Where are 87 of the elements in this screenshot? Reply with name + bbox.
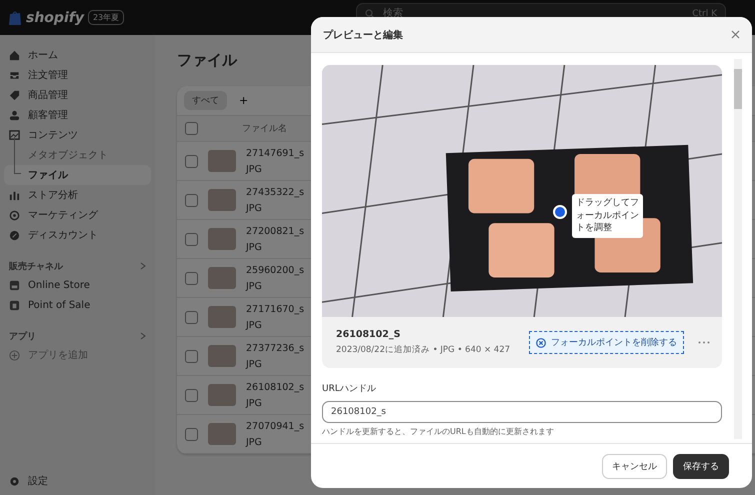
file-type: JPG xyxy=(246,280,263,292)
close-icon[interactable] xyxy=(731,30,740,39)
nav-item[interactable]: ファイル xyxy=(4,165,151,185)
home-icon xyxy=(9,50,20,60)
section-heading: 販売チャネル xyxy=(9,260,63,272)
save-button[interactable]: 保存する xyxy=(673,454,729,478)
shortcut-hint: Ctrl K xyxy=(692,8,717,18)
storefront-icon xyxy=(9,280,20,290)
settings-icon xyxy=(9,476,20,486)
target-icon xyxy=(9,210,20,220)
file-type: JPG xyxy=(246,436,263,448)
inbox-icon xyxy=(9,70,20,80)
badge-icon xyxy=(9,230,20,240)
nav-item[interactable]: メタオブジェクト xyxy=(4,145,151,165)
file-type: JPG xyxy=(246,164,263,174)
nav-item[interactable]: 顧客管理 xyxy=(4,105,151,125)
row-checkbox[interactable] xyxy=(185,350,198,362)
add-view-button[interactable]: + xyxy=(233,91,254,110)
file-name: 27377236_s xyxy=(246,342,304,354)
photo-placeholder xyxy=(208,228,236,250)
file-title: 26108102_S xyxy=(336,329,402,340)
row-checkbox[interactable] xyxy=(185,232,198,246)
select-all-checkbox[interactable] xyxy=(185,122,198,135)
person-icon xyxy=(9,110,20,120)
photo-placeholder xyxy=(208,189,236,211)
photo-placeholder xyxy=(208,267,236,289)
bars-icon xyxy=(9,190,20,200)
filter-tab[interactable]: すべて xyxy=(184,91,227,110)
photo-placeholder xyxy=(208,423,236,445)
file-name: 27171670_s xyxy=(246,304,304,314)
help-text: ハンドルを更新すると、ファイルのURLも自動的に更新されます xyxy=(322,426,555,437)
nav-item[interactable]: ディスカウント xyxy=(4,225,151,245)
photo-placeholder xyxy=(208,345,236,367)
scrollbar[interactable] xyxy=(734,59,742,439)
file-type: JPG xyxy=(246,320,263,330)
settings-item[interactable]: 設定 xyxy=(4,471,151,491)
photo-placeholder xyxy=(208,306,236,328)
row-checkbox[interactable] xyxy=(185,388,198,402)
search-field[interactable]: 検索 xyxy=(381,7,686,20)
row-checkbox[interactable] xyxy=(185,154,198,168)
column-header: ファイル名 xyxy=(242,122,287,135)
chevron-right-icon[interactable] xyxy=(140,332,146,340)
photo-placeholder xyxy=(208,384,236,406)
nav-item[interactable]: コンテンツ xyxy=(4,125,151,145)
nav-item[interactable]: ホーム xyxy=(4,45,151,65)
close-circle-icon xyxy=(536,338,546,348)
file-name: 26108102_s xyxy=(246,382,304,392)
field-label: URLハンドル xyxy=(322,383,377,395)
remove-focal-point-button[interactable]: フォーカルポイントを削除する xyxy=(529,331,684,354)
search-icon xyxy=(365,8,375,18)
logo-wordmark: shopify xyxy=(26,10,84,26)
file-type: JPG xyxy=(246,398,263,408)
edition-badge: 23年夏 xyxy=(88,10,124,25)
row-checkbox[interactable] xyxy=(185,428,198,440)
nav-item[interactable]: 注文管理 xyxy=(4,65,151,85)
cancel-button[interactable]: キャンセル xyxy=(602,454,667,478)
bag-icon xyxy=(9,300,20,310)
chevron-right-icon[interactable] xyxy=(140,262,146,270)
nav-item[interactable]: ストア分析 xyxy=(4,185,151,205)
row-checkbox[interactable] xyxy=(185,272,198,284)
section-heading: アプリ xyxy=(9,330,36,342)
file-type: JPG xyxy=(246,358,263,370)
file-name: 27200821_s xyxy=(246,226,304,236)
url-handle-field[interactable]: 26108102_s xyxy=(322,401,722,423)
nav-item[interactable]: 商品管理 xyxy=(4,85,151,105)
shopping-bag-logo-icon xyxy=(8,10,22,26)
file-details: 2023/08/22に追加済み • JPG • 640 × 427 xyxy=(336,344,512,356)
nav-item[interactable]: Point of Sale xyxy=(4,295,151,315)
photo-placeholder xyxy=(208,150,236,172)
image-icon xyxy=(9,130,20,140)
focal-point-tooltip: ドラッグしてフォーカルポイントを調整 xyxy=(572,194,643,238)
file-name: 27070941_s xyxy=(246,420,304,432)
file-name: 25960200_s xyxy=(246,264,304,276)
row-checkbox[interactable] xyxy=(185,310,198,324)
file-type: JPG xyxy=(246,202,263,214)
row-checkbox[interactable] xyxy=(185,194,198,206)
file-name: 27147691_s xyxy=(246,148,304,158)
nav-item[interactable]: アプリを追加 xyxy=(4,345,151,365)
page-title: ファイル xyxy=(177,51,238,70)
more-icon[interactable] xyxy=(698,341,710,344)
file-type: JPG xyxy=(246,242,263,252)
nav-item[interactable]: マーケティング xyxy=(4,205,151,225)
tag-icon xyxy=(9,90,20,100)
nav-item[interactable]: Online Store xyxy=(4,275,151,295)
dialog-title: プレビューと編集 xyxy=(323,28,403,42)
plus-circle-icon xyxy=(9,350,20,360)
file-name: 27435322_s xyxy=(246,186,304,198)
